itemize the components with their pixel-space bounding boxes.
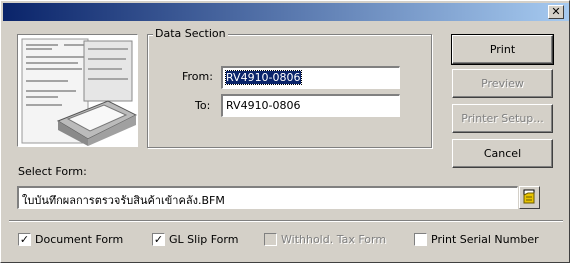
select-form-value: ใบบันทึกผลการตรวจรับสินค้าเข้าคลัง.BFM <box>22 194 225 207</box>
browse-form-button[interactable] <box>519 186 540 209</box>
withhold-tax-form-checkbox[interactable] <box>264 233 277 246</box>
to-field[interactable]: RV4910-0806 <box>221 94 400 117</box>
print-button-label: Print <box>489 43 516 56</box>
select-form-label: Select Form: <box>18 165 87 178</box>
print-button[interactable]: Print <box>451 34 554 65</box>
checkmark-icon: ✓ <box>153 233 164 246</box>
gl-slip-form-label: GL Slip Form <box>169 233 239 246</box>
cancel-button-label: Cancel <box>483 147 522 160</box>
close-icon: ✕ <box>551 5 561 18</box>
to-label: To: <box>195 99 211 112</box>
separator <box>9 220 563 222</box>
document-form-label: Document Form <box>35 233 124 246</box>
select-form-field[interactable]: ใบบันทึกผลการตรวจรับสินค้าเข้าคลัง.BFM <box>17 186 518 209</box>
preview-button-label: Preview <box>481 77 524 90</box>
data-section-group <box>147 34 432 148</box>
data-section-title: Data Section <box>153 27 228 40</box>
document-printer-image <box>18 35 137 146</box>
to-value: RV4910-0806 <box>226 99 301 112</box>
print-serial-number-label: Print Serial Number <box>431 233 539 246</box>
title-bar[interactable] <box>3 3 569 21</box>
from-value: RV4910-0806 <box>225 70 302 85</box>
printer-setup-button[interactable]: Printer Setup... <box>452 104 553 133</box>
withhold-tax-form-label: Withhold. Tax Form <box>281 233 387 246</box>
folder-browse-icon <box>523 189 535 204</box>
form-preview-thumbnail <box>17 34 138 147</box>
printer-setup-button-label: Printer Setup... <box>461 112 544 125</box>
document-form-checkbox[interactable]: ✓ <box>18 233 31 246</box>
print-dialog: ✕ Data Section From: RV4910-0806 To: RV4… <box>0 0 570 263</box>
preview-button[interactable]: Preview <box>452 69 553 98</box>
close-button[interactable]: ✕ <box>548 5 564 19</box>
checkmark-icon: ✓ <box>19 233 30 246</box>
from-field[interactable]: RV4910-0806 <box>221 66 400 89</box>
cancel-button[interactable]: Cancel <box>452 139 553 168</box>
from-label: From: <box>182 70 213 83</box>
gl-slip-form-checkbox[interactable]: ✓ <box>152 233 165 246</box>
print-serial-number-checkbox[interactable] <box>414 233 427 246</box>
